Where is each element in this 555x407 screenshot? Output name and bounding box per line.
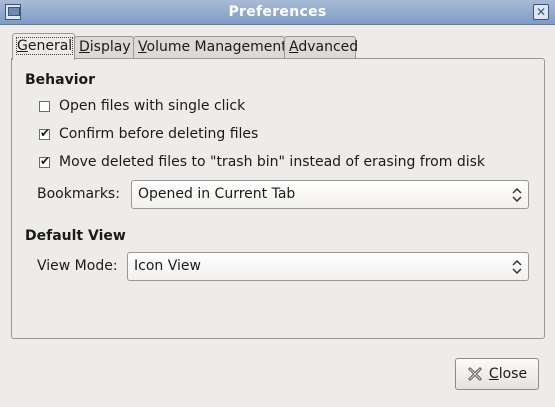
confirm-delete-checkbox[interactable]: ✔ bbox=[39, 125, 51, 140]
confirm-delete-label: Confirm before deleting files bbox=[59, 126, 259, 142]
window-close-button[interactable]: ✕ bbox=[533, 4, 549, 20]
window-title: Preferences bbox=[228, 4, 327, 20]
check-icon: ✔ bbox=[40, 125, 51, 140]
close-icon bbox=[468, 367, 482, 381]
close-button[interactable]: Close bbox=[455, 358, 539, 390]
trash-bin-checkbox[interactable]: ✔ bbox=[39, 153, 51, 168]
default-view-heading: Default View bbox=[25, 228, 126, 244]
close-icon: ✕ bbox=[535, 5, 547, 19]
tab-advanced[interactable]: Advanced bbox=[284, 36, 358, 58]
updown-arrow-icon bbox=[512, 260, 522, 274]
tab-display[interactable]: Display bbox=[74, 36, 134, 58]
title-bar: Preferences ✕ bbox=[0, 0, 555, 25]
single-click-option[interactable]: Open files with single click bbox=[39, 97, 245, 115]
bookmarks-value: Opened in Current Tab bbox=[138, 186, 296, 202]
bookmarks-combo[interactable]: Opened in Current Tab bbox=[131, 180, 529, 209]
updown-arrow-icon bbox=[512, 188, 522, 202]
close-button-label: Close bbox=[488, 366, 528, 382]
trash-bin-option[interactable]: ✔ Move deleted files to "trash bin" inst… bbox=[39, 153, 485, 171]
bookmarks-label: Bookmarks: bbox=[37, 186, 120, 202]
trash-bin-label: Move deleted files to "trash bin" instea… bbox=[59, 154, 485, 170]
confirm-delete-option[interactable]: ✔ Confirm before deleting files bbox=[39, 125, 258, 143]
behavior-heading: Behavior bbox=[25, 72, 96, 88]
view-mode-label: View Mode: bbox=[37, 258, 118, 274]
tab-volume-management[interactable]: Volume Management bbox=[133, 36, 287, 58]
view-mode-combo[interactable]: Icon View bbox=[127, 252, 529, 281]
single-click-checkbox[interactable] bbox=[39, 100, 50, 112]
tab-general[interactable]: General bbox=[12, 33, 75, 60]
view-mode-value: Icon View bbox=[134, 258, 201, 274]
check-icon: ✔ bbox=[40, 153, 51, 168]
single-click-label: Open files with single click bbox=[59, 98, 246, 114]
